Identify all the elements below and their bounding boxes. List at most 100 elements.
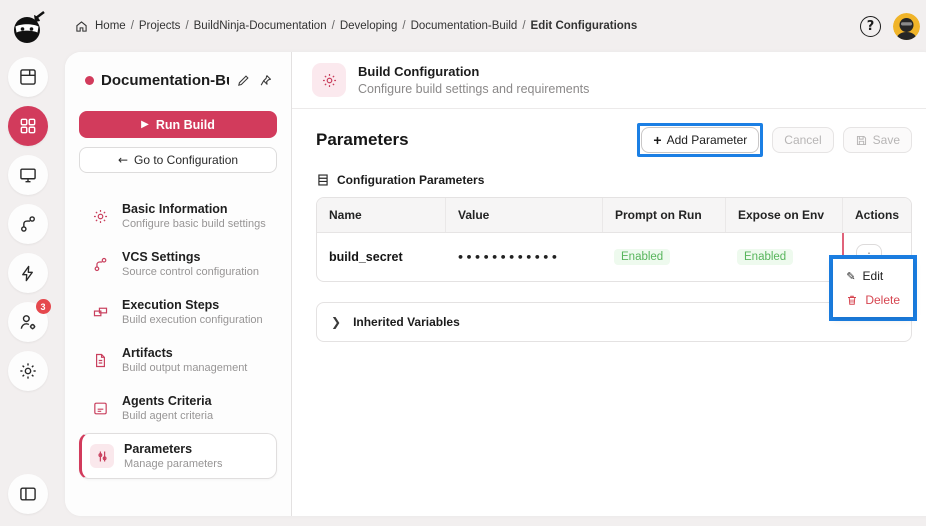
main-header: Build Configuration Configure build sett…	[292, 52, 926, 109]
user-avatar[interactable]	[893, 13, 920, 40]
plus-icon: +	[653, 132, 661, 148]
status-dot	[85, 76, 94, 85]
play-icon: ▶	[141, 119, 149, 130]
save-button[interactable]: Save	[843, 127, 912, 153]
main-header-title: Build Configuration	[358, 64, 589, 79]
go-to-configuration-button[interactable]: ← Go to Configuration	[79, 147, 277, 173]
chevron-right-icon: ❯	[331, 315, 341, 329]
config-nav: Basic Information Configure basic build …	[79, 193, 277, 479]
nav-item-artifacts[interactable]: Artifacts Build output management	[79, 337, 277, 383]
rail-git-branch-icon[interactable]	[8, 204, 48, 244]
sliders-icon	[90, 444, 114, 468]
nav-item-subtitle: Configure basic build settings	[122, 218, 266, 230]
col-header-actions: Actions	[842, 198, 911, 232]
nav-item-subtitle: Manage parameters	[124, 458, 222, 470]
breadcrumb-separator: /	[522, 20, 525, 32]
user-notification-badge: 3	[36, 299, 51, 314]
save-label: Save	[873, 133, 900, 147]
gear-icon	[88, 204, 112, 228]
menu-item-edit[interactable]: ✎ Edit	[833, 264, 913, 288]
add-parameter-button[interactable]: + Add Parameter	[641, 127, 759, 153]
configuration-parameters-section: Configuration Parameters	[316, 173, 912, 187]
inherited-variables-label: Inherited Variables	[353, 315, 460, 329]
col-header-value: Value	[445, 198, 602, 232]
breadcrumb-separator: /	[185, 20, 188, 32]
rail-monitor-icon[interactable]	[8, 155, 48, 195]
table-header-row: Name Value Prompt on Run Expose on Env A…	[317, 198, 911, 233]
run-build-button[interactable]: ▶ Run Build	[79, 111, 277, 138]
breadcrumb-projects[interactable]: Projects	[139, 20, 181, 32]
trash-icon	[846, 294, 858, 306]
nav-item-basic-information[interactable]: Basic Information Configure basic build …	[79, 193, 277, 239]
breadcrumb-separator: /	[332, 20, 335, 32]
breadcrumb-home[interactable]: Home	[95, 20, 126, 32]
main-content: Build Configuration Configure build sett…	[292, 52, 926, 516]
col-header-expose-on-env: Expose on Env	[725, 198, 842, 232]
main-header-subtitle: Configure build settings and requirement…	[358, 82, 589, 96]
col-header-prompt-on-run: Prompt on Run	[602, 198, 725, 232]
edit-title-pencil-icon[interactable]	[236, 73, 251, 88]
nav-item-execution-steps[interactable]: Execution Steps Build execution configur…	[79, 289, 277, 335]
edit-pencil-icon: ✎	[846, 270, 855, 283]
prompt-on-run-cell: Enabled	[602, 233, 725, 281]
breadcrumb: Home / Projects / BuildNinja-Documentati…	[75, 20, 637, 33]
rail-panel-toggle-icon[interactable]	[8, 474, 48, 514]
main-body: Parameters + Add Parameter Cancel	[292, 109, 926, 516]
enabled-badge: Enabled	[737, 249, 793, 265]
content-card: Documentation-Bu... ▶ Run Build ←	[65, 52, 926, 516]
rail-apps-grid-icon[interactable]	[8, 106, 48, 146]
breadcrumb-project-name[interactable]: BuildNinja-Documentation	[194, 20, 327, 32]
nav-item-parameters[interactable]: Parameters Manage parameters	[79, 433, 277, 479]
nav-item-title: VCS Settings	[122, 250, 259, 264]
nav-item-vcs-settings[interactable]: VCS Settings Source control configuratio…	[79, 241, 277, 287]
agent-card-icon	[88, 396, 112, 420]
rail-settings-gear-icon[interactable]	[8, 351, 48, 391]
app-logo-ninja-icon[interactable]	[9, 8, 47, 48]
breadcrumb-separator: /	[131, 20, 134, 32]
configuration-parameters-label: Configuration Parameters	[337, 173, 484, 187]
build-config-gear-icon	[312, 63, 346, 97]
nav-item-subtitle: Build agent criteria	[122, 410, 213, 422]
rail-dashboard-icon[interactable]	[8, 57, 48, 97]
parameters-table: Name Value Prompt on Run Expose on Env A…	[316, 197, 912, 282]
cancel-button[interactable]: Cancel	[772, 127, 833, 153]
breadcrumb-build[interactable]: Documentation-Build	[411, 20, 518, 32]
inherited-variables-section[interactable]: ❯ Inherited Variables	[316, 302, 912, 342]
nav-item-subtitle: Build execution configuration	[122, 314, 263, 326]
menu-item-delete[interactable]: Delete	[833, 288, 913, 312]
build-config-title: Documentation-Bu...	[101, 72, 229, 89]
table-icon	[316, 173, 330, 187]
context-menu-annotation-box: ✎ Edit Delete	[829, 255, 917, 321]
page: Home / Projects / BuildNinja-Documentati…	[55, 0, 926, 526]
delete-label: Delete	[865, 293, 900, 307]
run-build-label: Run Build	[156, 118, 215, 132]
icon-rail: 3	[0, 0, 55, 526]
expose-on-env-cell: Enabled	[725, 233, 842, 281]
breadcrumb-current-page: Edit Configurations	[531, 20, 638, 32]
param-value-cell: ••••••••••••	[445, 233, 602, 281]
go-to-configuration-label: Go to Configuration	[134, 153, 238, 167]
parameters-toolbar: Parameters + Add Parameter Cancel	[316, 123, 912, 157]
table-row: build_secret •••••••••••• Enabled Enable…	[317, 233, 911, 281]
help-icon[interactable]: ?	[860, 16, 881, 37]
add-parameter-annotation-box: + Add Parameter	[637, 123, 763, 157]
file-icon	[88, 348, 112, 372]
config-panel: Documentation-Bu... ▶ Run Build ←	[65, 52, 291, 516]
topbar: Home / Projects / BuildNinja-Documentati…	[65, 0, 926, 52]
param-name-cell: build_secret	[317, 233, 445, 281]
nav-item-title: Agents Criteria	[122, 394, 213, 408]
nav-item-subtitle: Source control configuration	[122, 266, 259, 278]
nav-item-subtitle: Build output management	[122, 362, 247, 374]
nav-item-title: Basic Information	[122, 202, 266, 216]
nav-item-title: Parameters	[124, 442, 222, 456]
breadcrumb-developing[interactable]: Developing	[340, 20, 398, 32]
rail-lightning-icon[interactable]	[8, 253, 48, 293]
nav-item-agents-criteria[interactable]: Agents Criteria Build agent criteria	[79, 385, 277, 431]
col-header-name: Name	[317, 198, 445, 232]
rail-user-settings-icon[interactable]: 3	[8, 302, 48, 342]
add-parameter-label: Add Parameter	[667, 133, 748, 147]
pin-icon[interactable]	[258, 73, 273, 88]
page-title: Parameters	[316, 130, 409, 150]
edit-label: Edit	[863, 269, 884, 283]
save-floppy-icon	[855, 134, 868, 147]
